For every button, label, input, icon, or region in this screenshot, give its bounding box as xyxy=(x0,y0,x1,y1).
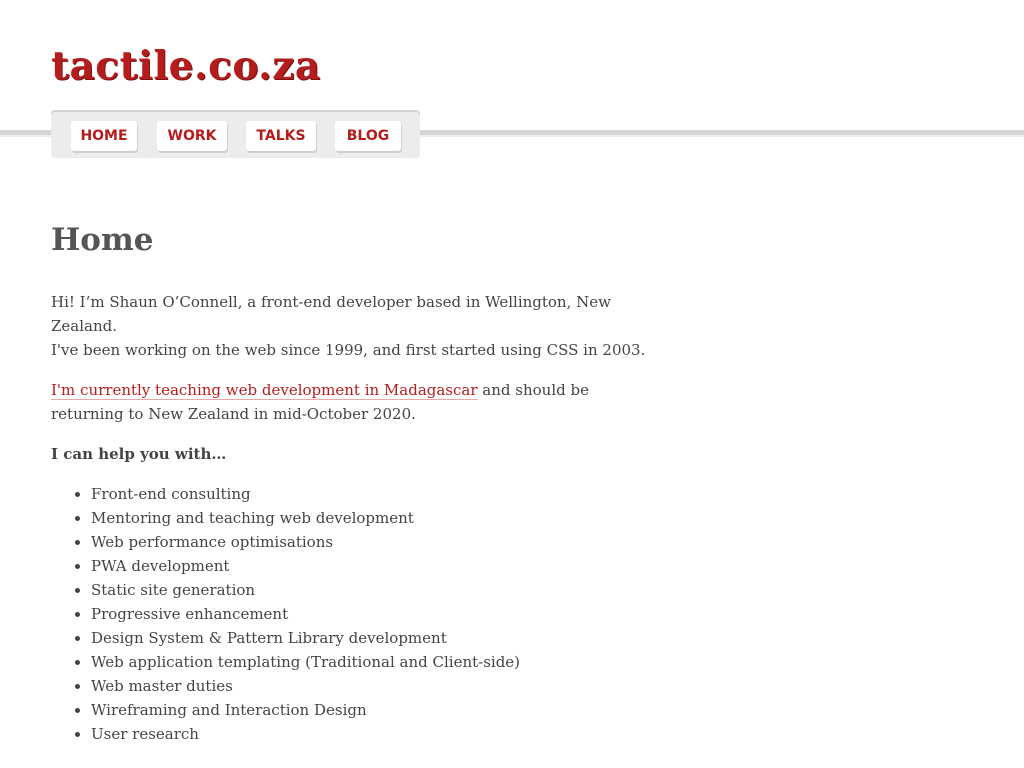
list-item: Front-end consulting xyxy=(91,482,651,506)
list-item: Static site generation xyxy=(91,578,651,602)
main-content: Hi! I’m Shaun O’Connell, a front-end dev… xyxy=(51,290,651,746)
list-item: Mentoring and teaching web development xyxy=(91,506,651,530)
madagascar-link[interactable]: I'm currently teaching web development i… xyxy=(51,381,478,400)
intro-line-1: Hi! I’m Shaun O’Connell, a front-end dev… xyxy=(51,293,611,335)
list-item: PWA development xyxy=(91,554,651,578)
list-item: Wireframing and Interaction Design xyxy=(91,698,651,722)
services-list: Front-end consulting Mentoring and teach… xyxy=(51,482,651,746)
nav-blog-button[interactable]: BLOG xyxy=(335,121,401,151)
list-item: Web application templating (Traditional … xyxy=(91,650,651,674)
list-item: User research xyxy=(91,722,651,746)
list-item: Web master duties xyxy=(91,674,651,698)
main-nav: HOME WORK TALKS BLOG xyxy=(51,112,420,158)
nav-talks-button[interactable]: TALKS xyxy=(246,121,316,151)
help-heading: I can help you with… xyxy=(51,445,227,463)
list-item: Web performance optimisations xyxy=(91,530,651,554)
intro-paragraph: Hi! I’m Shaun O’Connell, a front-end dev… xyxy=(51,290,651,362)
nav-home-button[interactable]: HOME xyxy=(71,121,137,151)
site-logo[interactable]: tactile.co.za xyxy=(51,40,321,92)
page-title: Home xyxy=(51,222,154,258)
list-item: Design System & Pattern Library developm… xyxy=(91,626,651,650)
nav-work-button[interactable]: WORK xyxy=(157,121,227,151)
intro-line-2: I've been working on the web since 1999,… xyxy=(51,341,646,359)
list-item: Progressive enhancement xyxy=(91,602,651,626)
teaching-paragraph: I'm currently teaching web development i… xyxy=(51,378,651,426)
